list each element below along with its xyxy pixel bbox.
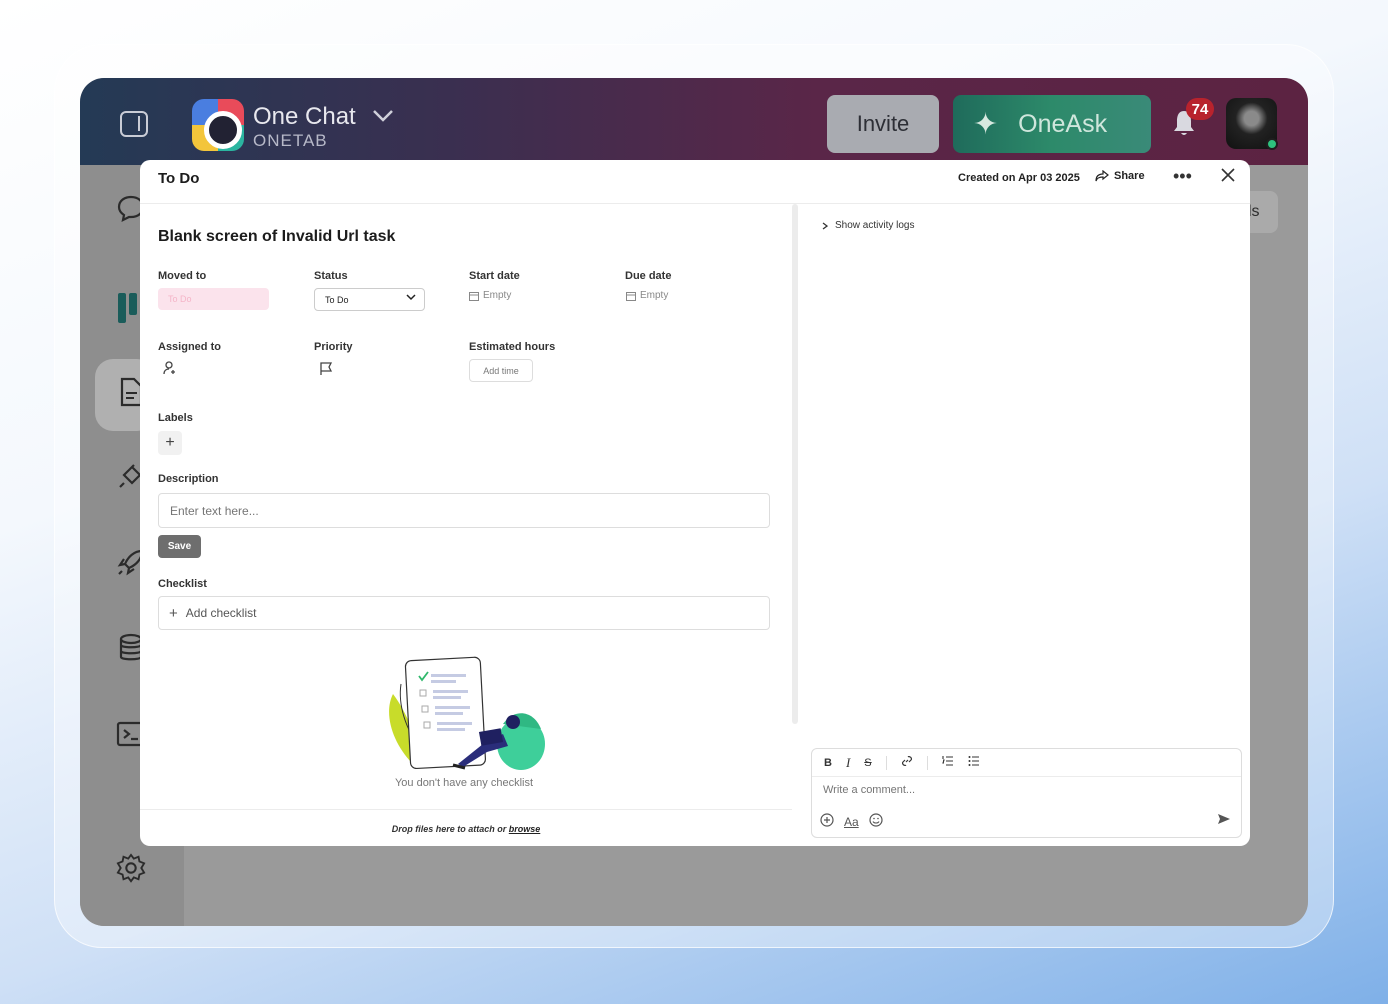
top-bar: One Chat ONETAB Invite ✦ OneAsk 74 bbox=[80, 78, 1308, 165]
activity-logs-label: Show activity logs bbox=[835, 220, 915, 231]
share-button[interactable]: Share bbox=[1095, 170, 1145, 182]
moved-to-select[interactable]: To Do bbox=[158, 288, 269, 310]
show-activity-logs-toggle[interactable]: Show activity logs bbox=[822, 220, 914, 231]
task-title[interactable]: Blank screen of Invalid Url task bbox=[158, 228, 395, 246]
link-icon[interactable] bbox=[901, 755, 913, 770]
presence-indicator bbox=[1266, 138, 1278, 150]
app-title[interactable]: One Chat bbox=[253, 103, 356, 131]
add-attachment-icon[interactable] bbox=[820, 813, 834, 830]
moved-to-label: Moved to bbox=[158, 270, 207, 282]
start-date-picker[interactable]: Empty bbox=[469, 290, 511, 301]
add-user-icon[interactable] bbox=[163, 361, 177, 378]
status-select[interactable]: To Do bbox=[314, 288, 425, 311]
font-size-button[interactable]: Aa bbox=[844, 815, 859, 829]
due-date-value: Empty bbox=[640, 290, 669, 301]
chevron-right-icon bbox=[822, 221, 828, 230]
gear-icon[interactable] bbox=[116, 853, 146, 883]
due-date-label: Due date bbox=[625, 270, 672, 282]
close-icon[interactable] bbox=[1220, 166, 1236, 189]
description-label: Description bbox=[158, 473, 219, 485]
estimated-hours-label: Estimated hours bbox=[469, 341, 556, 353]
comment-toolbar: B I S bbox=[812, 749, 1241, 777]
comment-footer: Aa bbox=[820, 813, 883, 830]
app-subtitle: ONETAB bbox=[253, 131, 328, 150]
due-date-picker[interactable]: Empty bbox=[626, 290, 668, 301]
add-checklist-button[interactable]: + Add checklist bbox=[158, 596, 770, 630]
chevron-down-icon bbox=[406, 293, 416, 304]
save-button[interactable]: Save bbox=[158, 535, 201, 558]
add-checklist-label: Add checklist bbox=[185, 606, 257, 620]
sidebar-toggle-icon[interactable] bbox=[120, 111, 148, 137]
sparkle-icon: ✦ bbox=[973, 107, 999, 141]
bold-icon[interactable]: B bbox=[824, 757, 832, 769]
share-icon bbox=[1095, 170, 1109, 182]
comment-input[interactable] bbox=[823, 784, 1203, 796]
chevron-down-icon[interactable] bbox=[372, 106, 394, 129]
checklist-label: Checklist bbox=[158, 578, 207, 590]
toolbar-divider bbox=[926, 755, 928, 770]
oneask-button[interactable]: ✦ OneAsk bbox=[953, 95, 1151, 153]
file-drop-zone[interactable]: Drop files here to attach or browse bbox=[140, 809, 792, 846]
moved-to-value: To Do bbox=[168, 294, 192, 304]
task-modal: To Do Created on Apr 03 2025 Share ••• B… bbox=[140, 160, 1250, 846]
browse-link[interactable]: browse bbox=[509, 824, 541, 834]
strikethrough-icon[interactable]: S bbox=[864, 757, 871, 769]
pane-scrollbar[interactable] bbox=[792, 204, 798, 724]
share-label: Share bbox=[1114, 170, 1145, 182]
toolbar-divider bbox=[885, 755, 887, 770]
start-date-value: Empty bbox=[483, 290, 512, 301]
plus-icon: + bbox=[165, 434, 175, 451]
bullet-list-icon[interactable] bbox=[968, 755, 980, 770]
status-value: To Do bbox=[325, 295, 349, 305]
add-label-button[interactable]: + bbox=[158, 431, 182, 455]
calendar-icon bbox=[626, 291, 636, 301]
description-input[interactable] bbox=[158, 493, 770, 528]
modal-header: To Do Created on Apr 03 2025 Share ••• bbox=[140, 160, 1250, 204]
calendar-icon bbox=[469, 291, 479, 301]
oneask-label: OneAsk bbox=[1018, 109, 1108, 138]
status-label: Status bbox=[314, 270, 348, 282]
comment-editor: B I S Aa bbox=[811, 748, 1242, 838]
created-on: Created on Apr 03 2025 bbox=[958, 172, 1080, 184]
priority-label: Priority bbox=[314, 341, 353, 353]
emoji-icon[interactable] bbox=[869, 813, 883, 830]
modal-title: To Do bbox=[158, 170, 200, 187]
task-details-pane: Blank screen of Invalid Url task Moved t… bbox=[140, 204, 792, 846]
empty-checklist-illustration bbox=[389, 656, 545, 770]
plus-icon: + bbox=[169, 604, 178, 622]
drop-zone-text: Drop files here to attach or bbox=[391, 824, 507, 834]
italic-icon[interactable]: I bbox=[846, 755, 850, 771]
more-options-icon[interactable]: ••• bbox=[1173, 166, 1192, 187]
add-time-button[interactable]: Add time bbox=[469, 359, 533, 382]
labels-label: Labels bbox=[158, 412, 193, 424]
send-icon[interactable] bbox=[1217, 813, 1231, 828]
app-logo bbox=[192, 99, 244, 151]
ordered-list-icon[interactable] bbox=[941, 755, 954, 770]
empty-checklist-text: You don't have any checklist bbox=[394, 777, 534, 789]
assigned-to-label: Assigned to bbox=[158, 341, 221, 353]
flag-icon[interactable] bbox=[319, 362, 333, 379]
start-date-label: Start date bbox=[469, 270, 520, 282]
notification-badge: 74 bbox=[1186, 98, 1214, 120]
invite-button[interactable]: Invite bbox=[827, 95, 939, 153]
